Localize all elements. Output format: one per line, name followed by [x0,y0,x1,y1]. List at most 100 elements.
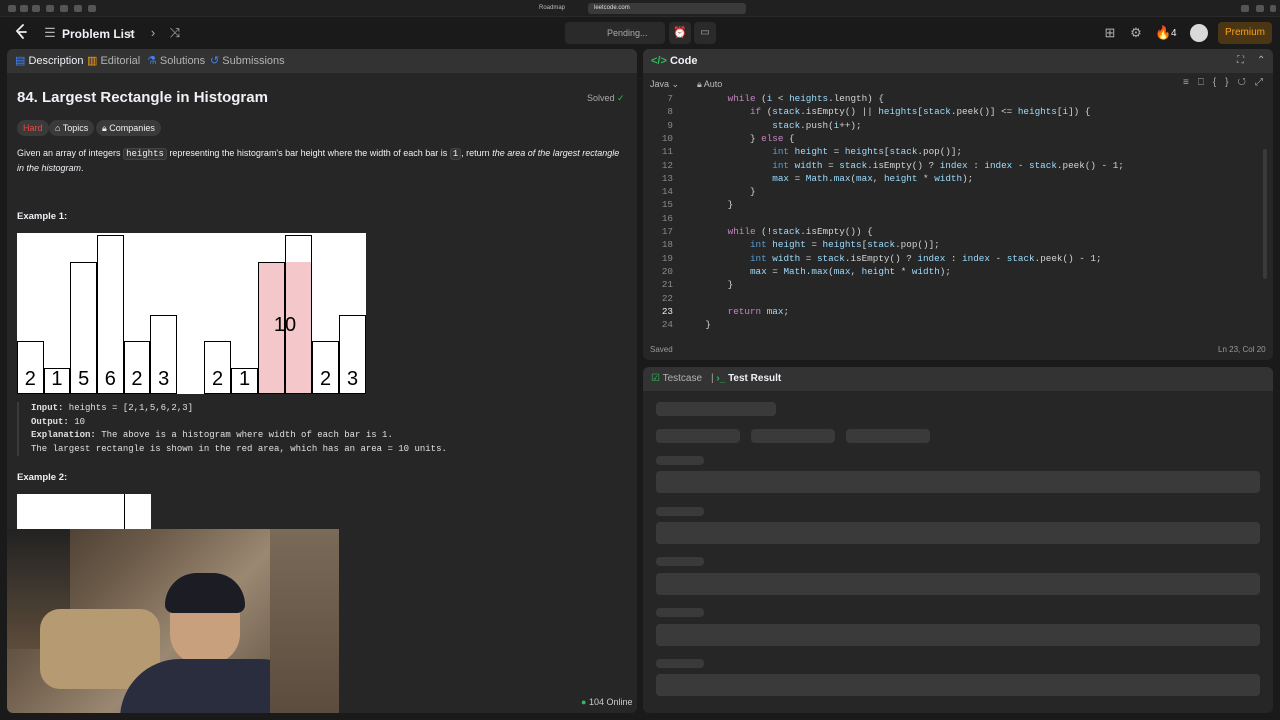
sidebar-icon[interactable] [8,5,16,12]
code-line[interactable]: max = Math.max(max, height * width); [683,265,951,278]
editorial-icon: ▥ [87,55,101,67]
tab-editorial[interactable]: ▥ Editorial [87,49,140,73]
terminal-icon: ›_ [716,373,729,384]
app-icon[interactable] [60,5,68,12]
histogram-bar: 5 [70,261,97,394]
maximize-icon[interactable]: ⛶ [1237,49,1244,73]
desc-text: Given an array of integers [17,148,124,158]
code-line[interactable]: int height = heights[stack.pop()]; [683,145,962,158]
cursor-position: Ln 23, Col 20 [1218,345,1266,354]
shuffle-icon[interactable]: ⤨ [168,25,182,41]
inline-code: heights [123,148,167,160]
check-circle-icon: ✓ [617,93,625,103]
difficulty-badge: Hard [17,120,49,136]
code-line[interactable]: stack.push(i++); [683,119,861,132]
app-icon[interactable] [46,5,54,12]
code-line[interactable]: } [683,278,734,291]
auto-mode[interactable]: 🔒︎ Auto [697,79,722,90]
code-line[interactable]: while (i < heights.length) { [683,92,884,105]
browser-tab-active[interactable]: leetcode.com [588,3,746,14]
braces-icon[interactable]: {} [1213,77,1238,88]
app-icon[interactable] [88,5,96,12]
line-number: 24 [661,319,673,331]
tab-test-result[interactable]: | ›_ Test Result [711,367,781,391]
skeleton-line [656,402,776,416]
tab-solutions[interactable]: ⚗ Solutions [147,49,205,73]
tab-code[interactable]: </> Code [651,49,697,73]
code-line[interactable]: while (!stack.isEmpty()) { [683,225,873,238]
explanation-value: The above is a histogram where width of … [95,430,393,440]
tab-submissions[interactable]: ↺ Submissions [210,49,285,73]
timer-icon[interactable]: ⏰ [669,22,691,44]
code-line[interactable]: if (stack.isEmpty() || heights[stack.pee… [683,105,1090,118]
reset-icon[interactable]: ↺ [1238,77,1255,88]
code-line[interactable]: max = Math.max(max, height * width); [683,172,973,185]
person-hair-shape [165,573,245,613]
editor-toolbar: ≡⎕{}↺⤢ [1183,77,1272,88]
inline-code: 1 [449,148,462,160]
code-line[interactable]: } [683,185,756,198]
avatar[interactable] [1190,24,1208,42]
code-icon: </> [651,55,670,67]
code-title: Code [669,55,698,67]
next-problem-icon[interactable]: › [147,25,159,41]
wall-shape [270,529,339,713]
companies-tag[interactable]: 🔒︎ Companies [96,120,161,136]
browser-tab[interactable]: Roadmap [533,3,583,14]
code-panel: </> Code ⛶ ⌃ Java ⌄ 🔒︎ Auto ≡⎕{}↺⤢ 7 whi… [643,49,1273,360]
tabs-icon[interactable] [1256,5,1264,12]
tab-testcase[interactable]: ☑ Testcase [651,367,702,391]
histogram-left: 215623 [17,233,177,394]
line-number: 11 [661,146,673,158]
chevron-up-icon[interactable]: ⌃ [1257,49,1265,73]
notes-icon[interactable]: ▭ [694,22,716,44]
tab-description[interactable]: ▤ Description [15,49,83,73]
premium-button[interactable]: Premium [1218,22,1272,44]
online-indicator: ● 104 Online [581,697,632,707]
app-icon[interactable] [74,5,82,12]
output-label: Output: [31,416,69,427]
gear-icon[interactable]: ⚙ [1129,25,1143,41]
list-icon[interactable]: ☰ [44,25,56,41]
histogram-bar: 3 [150,314,177,394]
line-number: 17 [661,226,673,237]
code-line[interactable]: return max; [683,305,789,318]
code-editor[interactable]: 7 while (i < heights.length) {8 if (stac… [643,92,1263,337]
share-icon[interactable] [1241,5,1249,12]
problem-title[interactable]: 84. Largest Rectangle in Histogram [17,89,268,106]
streak-count: 4 [1171,28,1177,39]
skeleton-field [656,471,1260,493]
code-line[interactable]: int width = stack.isEmpty() ? index : in… [683,252,1102,265]
tab-test-result-label: Test Result [728,373,782,384]
desc-text: representing the histogram's bar height … [166,148,450,158]
explanation-label: Explanation: [31,430,96,440]
histogram-bar: 1 [43,367,71,394]
submissions-icon: ↺ [210,55,223,67]
code-line[interactable]: } else { [683,132,795,145]
code-line[interactable]: int height = heights[stack.pop()]; [683,238,940,251]
line-number: 10 [661,132,673,144]
code-line[interactable]: } [683,198,734,211]
line-number: 14 [661,186,673,198]
code-line[interactable]: } [683,318,711,331]
editor-scrollbar[interactable] [1263,149,1267,279]
leetcode-logo-icon[interactable] [13,24,29,44]
histogram-bar: 2 [312,341,339,394]
app-icon[interactable] [32,5,40,12]
description-panel: ▤ Description ▥ Editorial ⚗ Solutions ↺ … [7,49,637,713]
add-tab-icon[interactable] [1270,5,1276,12]
prev-problem-icon[interactable]: ‹ [124,25,136,41]
format-icon[interactable]: ≡ [1183,77,1198,88]
bar-value-label: 2 [319,368,332,390]
grid-icon[interactable]: ⊞ [1103,25,1117,41]
bookmark-icon[interactable]: ⎕ [1198,77,1213,88]
input-value: heights = [2,1,5,6,2,3] [63,403,194,413]
code-line[interactable]: int width = stack.isEmpty() ? index : in… [683,159,1124,172]
topics-tag[interactable]: ⌂ Topics [49,120,95,136]
tab-description-label: Description [28,55,84,67]
back-icon[interactable] [20,5,28,12]
language-select[interactable]: Java ⌄ [650,79,679,90]
line-number: 19 [661,252,673,264]
fullscreen-icon[interactable]: ⤢ [1255,77,1272,88]
skeleton-label [656,659,704,668]
